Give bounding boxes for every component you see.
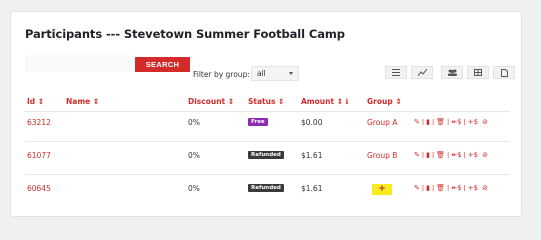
separator: | bbox=[463, 118, 466, 126]
column-header-group[interactable]: Group ⇕ bbox=[367, 97, 402, 106]
separator: | bbox=[463, 184, 466, 192]
status-badge: Refunded bbox=[248, 184, 284, 192]
document-icon bbox=[500, 68, 508, 77]
edit-icon[interactable]: ✎ bbox=[414, 118, 420, 126]
separator: | bbox=[447, 184, 450, 192]
discount-value: 0% bbox=[188, 118, 200, 127]
document-view-button[interactable] bbox=[493, 66, 515, 79]
amount-value: $0.00 bbox=[301, 118, 323, 127]
amount-value: $1.61 bbox=[301, 184, 323, 193]
row-actions: ✎ | ▮ | 🗑 | ↞$ | +$ ⊘ bbox=[414, 151, 488, 159]
edit-icon[interactable]: ✎ bbox=[414, 151, 420, 159]
column-header-status[interactable]: Status ⇕ bbox=[248, 97, 284, 106]
column-header-discount[interactable]: Discount ⇕ bbox=[188, 97, 234, 106]
separator: | bbox=[431, 151, 435, 159]
filter-selected-value: all bbox=[257, 69, 266, 78]
row-divider bbox=[25, 174, 510, 175]
group-link[interactable]: Group B bbox=[367, 151, 397, 160]
cancel-icon[interactable]: ⊘ bbox=[482, 184, 488, 192]
group-icon bbox=[447, 69, 457, 76]
cancel-icon[interactable]: ⊘ bbox=[482, 151, 488, 159]
amount-value: $1.61 bbox=[301, 151, 323, 160]
separator: | bbox=[431, 118, 435, 126]
list-view-button[interactable] bbox=[385, 66, 407, 79]
row-divider bbox=[25, 141, 510, 142]
separator: | bbox=[447, 118, 450, 126]
add-group-button[interactable]: + bbox=[372, 184, 392, 195]
view-icon[interactable]: ▮ bbox=[426, 184, 430, 192]
table-icon bbox=[474, 69, 482, 76]
separator: | bbox=[421, 184, 425, 192]
delete-icon[interactable]: 🗑 bbox=[436, 151, 445, 159]
separator: | bbox=[431, 184, 435, 192]
status-badge: Refunded bbox=[248, 151, 284, 159]
participant-id-link[interactable]: 63212 bbox=[27, 118, 51, 127]
separator: | bbox=[447, 151, 450, 159]
header-divider bbox=[25, 111, 510, 112]
discount-value: 0% bbox=[188, 184, 200, 193]
participant-id-link[interactable]: 60645 bbox=[27, 184, 51, 193]
search-button[interactable]: SEARCH bbox=[135, 57, 190, 72]
row-actions: ✎ | ▮ | 🗑 | ↞$ | +$ ⊘ bbox=[414, 118, 488, 126]
column-header-id[interactable]: Id ⇕ bbox=[27, 97, 44, 106]
column-header-amount[interactable]: Amount ⇕ ℹ bbox=[301, 97, 348, 106]
group-filter-select[interactable]: all bbox=[251, 66, 299, 81]
filter-label: Filter by group: bbox=[193, 70, 250, 79]
list-icon bbox=[392, 69, 400, 76]
chevron-down-icon bbox=[289, 72, 293, 75]
delete-icon[interactable]: 🗑 bbox=[436, 184, 445, 192]
discount-value: 0% bbox=[188, 151, 200, 160]
page-title: Participants --- Stevetown Summer Footba… bbox=[25, 27, 345, 41]
participant-id-link[interactable]: 61077 bbox=[27, 151, 51, 160]
participants-card: Participants --- Stevetown Summer Footba… bbox=[10, 11, 522, 217]
separator: | bbox=[421, 151, 425, 159]
status-badge: Free bbox=[248, 118, 268, 126]
chart-icon bbox=[417, 69, 427, 76]
search-input[interactable] bbox=[25, 55, 135, 72]
column-header-name[interactable]: Name ⇕ bbox=[66, 97, 99, 106]
charge-icon[interactable]: +$ bbox=[468, 184, 478, 192]
refund-icon[interactable]: ↞$ bbox=[451, 118, 461, 126]
separator: | bbox=[463, 151, 466, 159]
delete-icon[interactable]: 🗑 bbox=[436, 118, 445, 126]
group-link[interactable]: Group A bbox=[367, 118, 397, 127]
cancel-icon[interactable]: ⊘ bbox=[482, 118, 488, 126]
separator: | bbox=[421, 118, 425, 126]
refund-icon[interactable]: ↞$ bbox=[451, 184, 461, 192]
chart-view-button[interactable] bbox=[411, 66, 433, 79]
view-icon[interactable]: ▮ bbox=[426, 118, 430, 126]
refund-icon[interactable]: ↞$ bbox=[451, 151, 461, 159]
table-view-button[interactable] bbox=[467, 66, 489, 79]
row-actions: ✎ | ▮ | 🗑 | ↞$ | +$ ⊘ bbox=[414, 184, 488, 192]
charge-icon[interactable]: +$ bbox=[468, 118, 478, 126]
charge-icon[interactable]: +$ bbox=[468, 151, 478, 159]
edit-icon[interactable]: ✎ bbox=[414, 184, 420, 192]
view-icon[interactable]: ▮ bbox=[426, 151, 430, 159]
group-view-button[interactable] bbox=[441, 66, 463, 79]
